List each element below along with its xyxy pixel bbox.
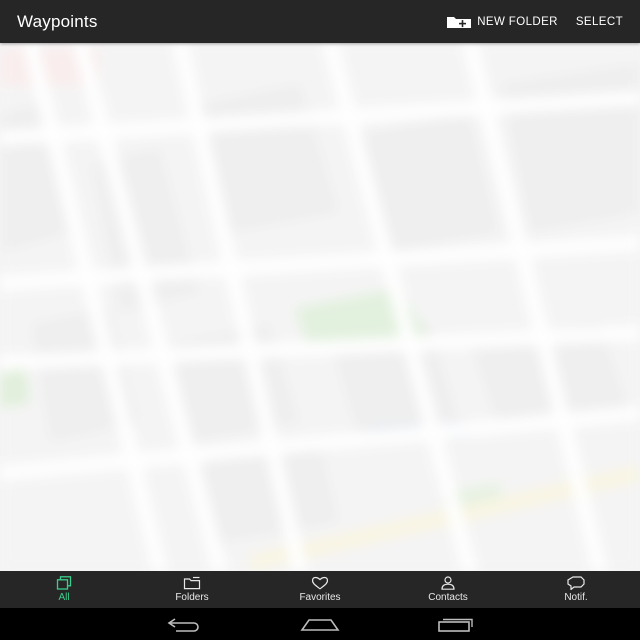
tab-notifications[interactable]: Notif. [512,571,640,608]
home-icon [300,619,340,631]
back-icon [167,618,199,632]
heart-icon [311,576,329,590]
folder-icon [183,576,201,590]
tab-contacts-label: Contacts [428,592,468,603]
select-button[interactable]: SELECT [567,0,632,43]
new-folder-button[interactable]: NEW FOLDER [437,0,567,43]
app-bar: Waypoints NEW FOLDER SELECT [0,0,640,43]
stacked-squares-icon [56,576,72,590]
new-folder-label: NEW FOLDER [477,15,558,28]
folder-plus-icon [447,16,472,28]
map-overlay [0,43,640,571]
bottom-nav: All Folders Favorites Contacts Notif. [0,571,640,608]
tab-folders-label: Folders [175,592,209,603]
tab-all-label: All [58,592,70,603]
tab-favorites[interactable]: Favorites [256,571,384,608]
page-title: Waypoints [17,11,98,31]
person-icon [441,576,455,590]
tab-contacts[interactable]: Contacts [384,571,512,608]
tab-folders[interactable]: Folders [128,571,256,608]
app-bar-actions: NEW FOLDER SELECT [437,0,640,43]
tab-favorites-label: Favorites [299,592,341,603]
back-button[interactable] [116,608,252,640]
system-nav-bar [0,608,640,640]
tab-all[interactable]: All [0,571,128,608]
map-view[interactable] [0,43,640,571]
recents-icon [438,618,473,632]
recents-button[interactable] [388,608,524,640]
tab-notifications-label: Notif. [564,592,588,603]
home-button[interactable] [252,608,388,640]
speech-bubble-icon [567,576,585,590]
